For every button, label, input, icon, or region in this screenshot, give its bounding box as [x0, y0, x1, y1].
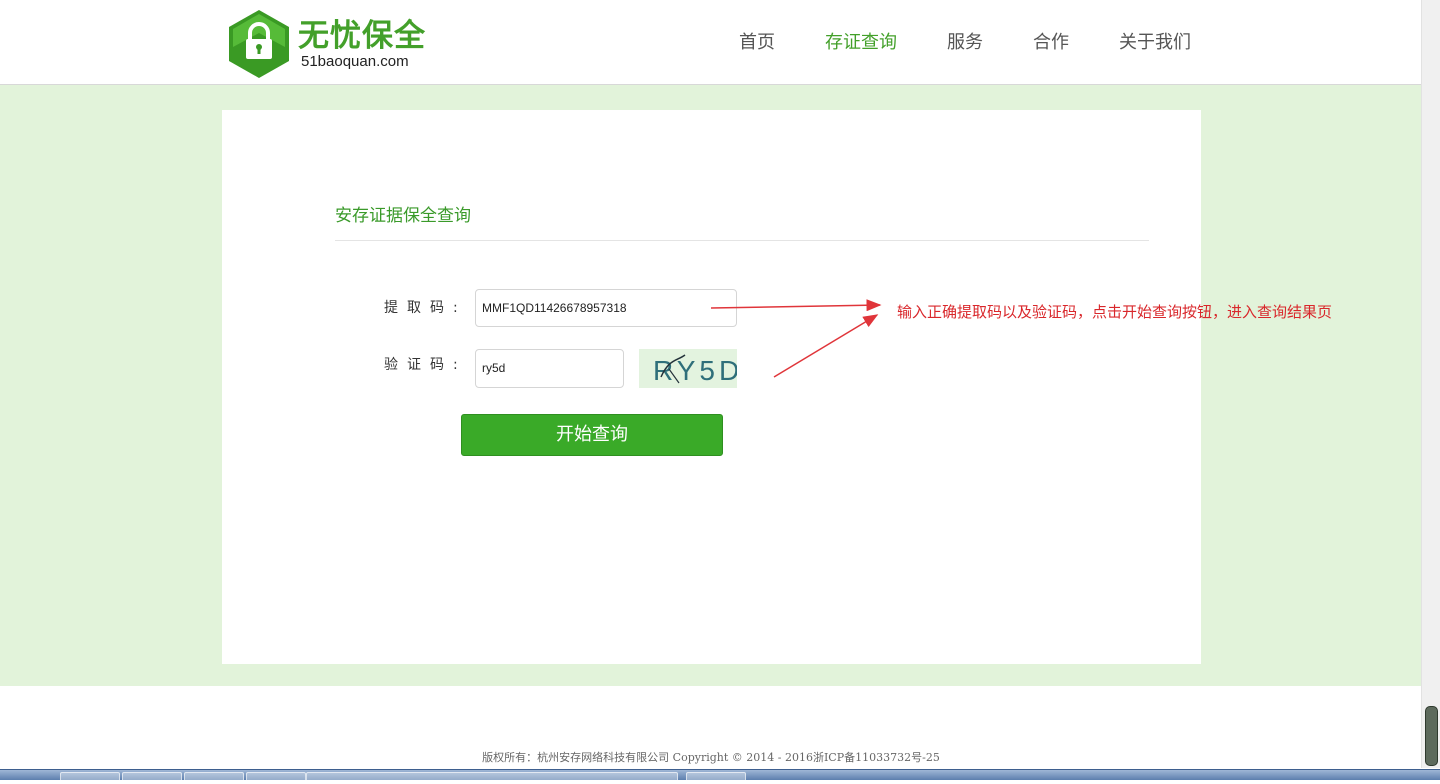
taskbar-button[interactable]	[306, 772, 678, 784]
annotation-arrows	[710, 299, 882, 378]
arrow-to-captcha	[773, 314, 879, 378]
page-scrollbar[interactable]	[1421, 0, 1440, 768]
instruction-annotation: 输入正确提取码以及验证码，点击开始查询按钮，进入查询结果页	[897, 303, 1333, 321]
taskbar-button[interactable]	[60, 772, 120, 784]
taskbar-button[interactable]	[184, 772, 244, 784]
taskbar-button[interactable]	[122, 772, 182, 784]
os-taskbar	[0, 769, 1440, 784]
taskbar-button[interactable]	[686, 772, 746, 784]
scrollbar-thumb[interactable]	[1425, 706, 1438, 766]
copyright-footer: 版权所有：杭州安存网络科技有限公司 Copyright © 2014 - 201…	[482, 751, 940, 764]
arrow-to-code-input	[710, 299, 882, 312]
taskbar-button[interactable]	[246, 772, 306, 784]
